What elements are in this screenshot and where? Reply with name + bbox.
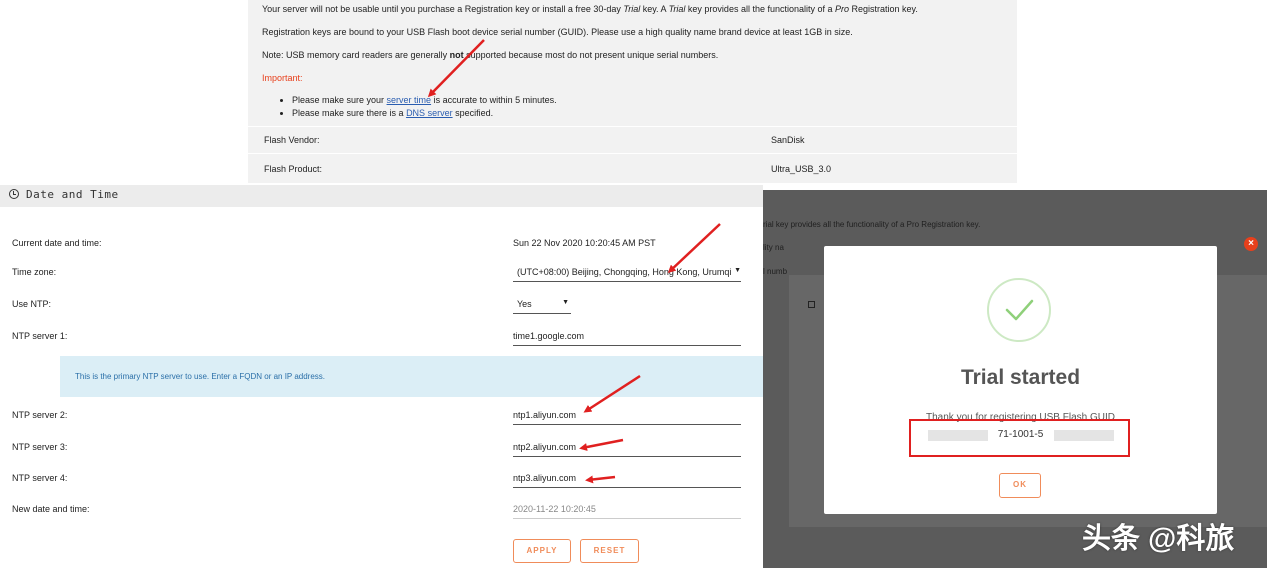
current-date-row: Current date and time: Sun 22 Nov 2020 1… [0, 231, 763, 255]
apply-button[interactable]: APPLY [513, 539, 571, 563]
checkmark-icon [987, 278, 1051, 342]
trial-started-modal: Trial started Thank you for registering … [824, 246, 1217, 514]
flash-product-row: Flash Product: Ultra_USB_3.0 [248, 158, 1017, 181]
ok-button[interactable]: OK [999, 473, 1041, 498]
ntp2-label: NTP server 2: [12, 410, 68, 420]
dns-server-link[interactable]: DNS server [406, 108, 453, 118]
date-time-panel: Date and Time Current date and time: Sun… [0, 185, 763, 568]
important-list: Please make sure your server time is acc… [278, 94, 557, 120]
background-text: lity na [763, 243, 784, 252]
flash-vendor-value: SanDisk [771, 135, 805, 145]
divider [248, 126, 1017, 127]
ntp3-input[interactable]: ntp2.aliyun.com [513, 436, 741, 457]
new-date-input[interactable]: 2020-11-22 10:20:45 [513, 498, 741, 519]
dropdown-arrow-icon: ▼ [732, 267, 741, 274]
ntp1-row: NTP server 1: time1.google.com [0, 324, 763, 348]
timezone-label: Time zone: [12, 267, 57, 277]
close-icon[interactable]: × [1244, 237, 1258, 251]
use-ntp-select[interactable]: Yes ▼ [513, 293, 571, 314]
flash-vendor-label: Flash Vendor: [264, 135, 320, 145]
flash-product-label: Flash Product: [264, 164, 323, 174]
timezone-select[interactable]: (UTC+08:00) Beijing, Chongqing, Hong Kon… [513, 261, 741, 282]
divider [248, 153, 1017, 154]
important-label: Important: [262, 73, 303, 83]
ntp3-row: NTP server 3: ntp2.aliyun.com [0, 435, 763, 459]
ntp2-input[interactable]: ntp1.aliyun.com [513, 404, 741, 425]
use-ntp-label: Use NTP: [12, 299, 52, 309]
registration-panel: Your server will not be usable until you… [248, 0, 1017, 183]
ntp3-label: NTP server 3: [12, 442, 68, 452]
ntp2-row: NTP server 2: ntp1.aliyun.com [0, 403, 763, 427]
reset-button[interactable]: RESET [580, 539, 639, 563]
flash-product-value: Ultra_USB_3.0 [771, 164, 832, 174]
ntp1-hint: This is the primary NTP server to use. E… [60, 356, 763, 397]
ntp4-row: NTP server 4: ntp3.aliyun.com [0, 466, 763, 490]
list-item: Please make sure there is a DNS server s… [292, 107, 557, 120]
clock-icon [9, 189, 19, 199]
dropdown-arrow-icon: ▼ [562, 299, 569, 306]
watermark: 头条 @科旅 [1082, 523, 1235, 555]
flash-vendor-row: Flash Vendor: SanDisk [248, 129, 1017, 152]
ntp1-input[interactable]: time1.google.com [513, 325, 741, 346]
registration-keys-note: Registration keys are bound to your USB … [262, 27, 853, 37]
new-date-row: New date and time: 2020-11-22 10:20:45 [0, 497, 763, 521]
annotation-box [909, 419, 1130, 457]
modal-title: Trial started [960, 366, 1081, 389]
timezone-row: Time zone: (UTC+08:00) Beijing, Chongqin… [0, 260, 763, 284]
registration-notice: Your server will not be usable until you… [262, 4, 918, 14]
current-date-label: Current date and time: [12, 238, 102, 248]
ntp4-input[interactable]: ntp3.aliyun.com [513, 467, 741, 488]
use-ntp-row: Use NTP: Yes ▼ [0, 292, 763, 316]
current-date-value: Sun 22 Nov 2020 10:20:45 AM PST [513, 238, 656, 248]
ntp4-label: NTP server 4: [12, 473, 68, 483]
server-time-link[interactable]: server time [387, 95, 432, 105]
date-time-title: Date and Time [26, 188, 119, 201]
background-checkbox [808, 301, 815, 308]
date-time-header: Date and Time [0, 185, 763, 207]
ntp1-label: NTP server 1: [12, 331, 68, 341]
new-date-label: New date and time: [12, 504, 90, 514]
background-text: rial key provides all the functionality … [763, 220, 981, 229]
background-text: l numb [763, 267, 788, 276]
card-reader-note: Note: USB memory card readers are genera… [262, 50, 719, 60]
list-item: Please make sure your server time is acc… [292, 94, 557, 107]
